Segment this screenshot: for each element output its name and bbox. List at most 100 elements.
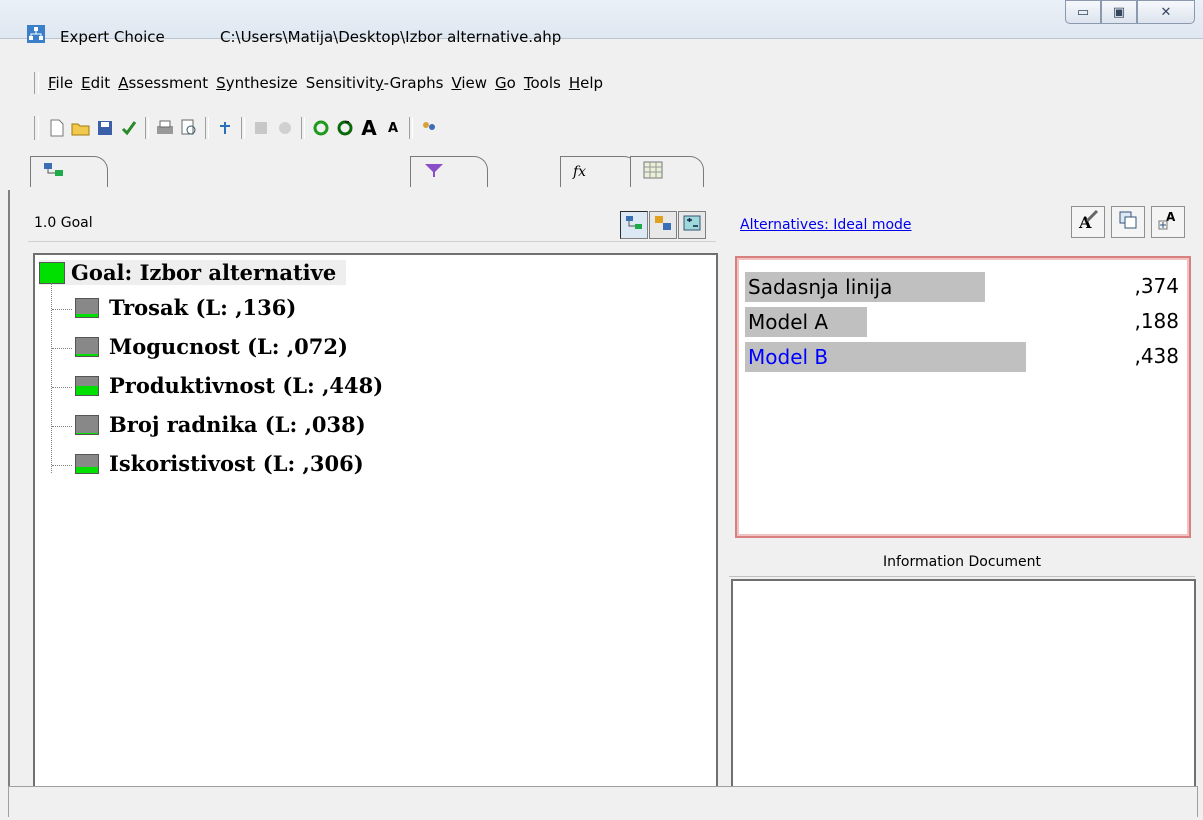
- criterion-priority-box: [75, 414, 99, 435]
- goal-node[interactable]: Goal: Izbor alternative: [39, 260, 347, 285]
- node-view-button[interactable]: [649, 211, 677, 239]
- menu-item[interactable]: Sensitivity-Graphs: [302, 74, 448, 92]
- criterion-label: Trosak (L: ,136): [109, 295, 297, 320]
- copy-icon: [1118, 210, 1138, 234]
- tree-structure-icon: [625, 215, 643, 235]
- toolbar: A A: [46, 113, 440, 143]
- tab-spreadsheet[interactable]: [630, 156, 704, 187]
- criterion-label: Produktivnost (L: ,448): [109, 373, 384, 398]
- alternative-value: ,188: [1134, 309, 1179, 333]
- menu-item[interactable]: File: [44, 74, 77, 92]
- menu-item[interactable]: Synthesize: [212, 74, 302, 92]
- menu-item[interactable]: Go: [491, 74, 520, 92]
- menu-item[interactable]: Tools: [520, 74, 565, 92]
- information-document-area[interactable]: [731, 579, 1196, 801]
- minimize-icon: ▭: [1076, 4, 1090, 20]
- tab-formula[interactable]: fx: [560, 156, 638, 187]
- tab-data-grid[interactable]: [410, 156, 488, 187]
- maximize-button[interactable]: ▣: [1101, 0, 1137, 24]
- window-controls: ▭ ▣ ✕: [1065, 0, 1195, 24]
- close-button[interactable]: ✕: [1137, 0, 1195, 24]
- plus-minus-icon: [683, 215, 701, 235]
- tab-tree-view[interactable]: [30, 156, 108, 187]
- criterion-priority-box: [75, 375, 99, 396]
- font-larger-icon[interactable]: A: [358, 116, 380, 140]
- menu-item-accelerator: S: [216, 74, 226, 92]
- menu-item-accelerator: E: [81, 74, 91, 92]
- copy-alternatives-button[interactable]: [1111, 206, 1145, 238]
- menu-item[interactable]: Edit: [77, 74, 114, 92]
- app-title: Expert Choice: [60, 28, 165, 46]
- edit-alternative-button[interactable]: A: [1071, 206, 1105, 238]
- criterion-node[interactable]: Broj radnika (L: ,038): [75, 412, 366, 437]
- print-preview-icon[interactable]: [178, 117, 200, 139]
- criterion-node[interactable]: Produktivnost (L: ,448): [75, 373, 383, 398]
- new-file-icon[interactable]: [46, 117, 68, 139]
- minimize-button[interactable]: ▭: [1065, 0, 1101, 24]
- pencil-a-icon: A: [1077, 209, 1099, 235]
- font-smaller-icon[interactable]: A: [382, 117, 404, 139]
- open-folder-icon[interactable]: [70, 117, 92, 139]
- file-path-title: C:\Users\Matija\Desktop\Izbor alternativ…: [220, 28, 562, 46]
- menu-item-text: iew: [461, 74, 488, 92]
- maximize-icon: ▣: [1112, 4, 1126, 20]
- menu-item[interactable]: View: [447, 74, 491, 92]
- menu-item[interactable]: Assessment: [114, 74, 212, 92]
- toolbar-separator: [301, 117, 305, 139]
- left-pane-header: 1.0 Goal: [28, 203, 716, 242]
- criterion-node[interactable]: Iskoristivost (L: ,306): [75, 451, 364, 476]
- alternative-row[interactable]: Sadasnja linija: [745, 272, 985, 302]
- menu-item-text: ynthesize: [225, 74, 298, 92]
- alternative-row[interactable]: Model B: [745, 342, 1026, 372]
- expert-choice-app-icon: [27, 25, 45, 43]
- print-icon[interactable]: [154, 117, 176, 139]
- toolbar-grip[interactable]: [34, 116, 39, 140]
- svg-text:A: A: [1078, 213, 1092, 231]
- criterion-node[interactable]: Mogucnost (L: ,072): [75, 334, 348, 359]
- refresh-icon[interactable]: [310, 117, 332, 139]
- tree-view-tools: [620, 211, 706, 239]
- toolbar-separator: [409, 117, 413, 139]
- alternatives-list: Sadasnja linija ,374 Model A ,188 Model B ,43…: [735, 256, 1191, 538]
- menu-item-text: ools: [530, 74, 561, 92]
- right-pane-header: Alternatives: Ideal mode A A: [729, 203, 1195, 241]
- title-bar: Expert Choice C:\Users\Matija\Desktop\Iz…: [0, 0, 1203, 46]
- toolbar-separator: [241, 117, 245, 139]
- alternative-value: ,438: [1134, 344, 1179, 368]
- menu-item-text: ssessment: [128, 74, 209, 92]
- save-icon[interactable]: [94, 117, 116, 139]
- add-alternative-button[interactable]: A: [1151, 206, 1185, 238]
- view-tabs: fx: [22, 156, 1202, 190]
- menu-item-text: o: [506, 74, 516, 92]
- disabled-b-icon[interactable]: [274, 117, 296, 139]
- tree-connector: [52, 309, 72, 310]
- menu-item[interactable]: Help: [565, 74, 607, 92]
- alternative-name: Model A: [745, 307, 867, 337]
- expand-collapse-button[interactable]: [678, 211, 706, 239]
- criterion-node[interactable]: Trosak (L: ,136): [75, 295, 296, 320]
- status-bar: [8, 786, 1198, 817]
- goal-priority-box: [39, 261, 65, 284]
- criterion-priority-box: [75, 453, 99, 474]
- toolbar-separator: [205, 117, 209, 139]
- information-document-header: Information Document: [729, 548, 1195, 577]
- tree-view-icon: [43, 162, 65, 182]
- tree-view-button[interactable]: [620, 211, 648, 239]
- menu-item-accelerator: G: [495, 74, 507, 92]
- menu-item-accelerator: V: [451, 74, 462, 92]
- criterion-priority-box: [75, 336, 99, 357]
- disabled-a-icon[interactable]: [250, 117, 272, 139]
- users-icon[interactable]: [418, 117, 440, 139]
- alternative-row[interactable]: Model A: [745, 307, 867, 337]
- alternative-value: ,374: [1134, 274, 1179, 298]
- refresh-alt-icon[interactable]: [334, 117, 356, 139]
- alternative-name: Model B: [745, 342, 1026, 372]
- alternatives-mode-link[interactable]: Alternatives: Ideal mode: [740, 217, 912, 233]
- tree-icon[interactable]: [214, 117, 236, 139]
- tree-connector: [51, 283, 52, 473]
- check-icon[interactable]: [118, 117, 140, 139]
- tree-connector: [52, 465, 72, 466]
- goal-label: Goal: Izbor alternative: [71, 260, 337, 285]
- menubar-grip[interactable]: [34, 72, 39, 94]
- tree-connector: [52, 426, 72, 427]
